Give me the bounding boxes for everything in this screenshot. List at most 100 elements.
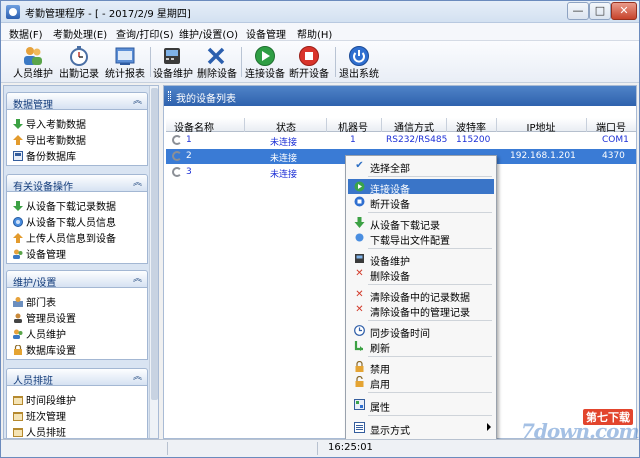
context-item-download-records[interactable]: 从设备下载记录: [348, 215, 494, 232]
close-button[interactable]: ✕: [611, 2, 637, 20]
sidebar-item-device-management[interactable]: 设备管理: [13, 246, 66, 261]
column-header-ip-address[interactable]: IP地址: [496, 119, 586, 134]
menu-bar: 数据(F) 考勤处理(E) 查询/打印(S) 维护/设置(O) 设备管理 帮助(…: [1, 23, 639, 41]
toolbar-label: 退出系统: [339, 69, 379, 80]
sidebar-item-staff-maintenance[interactable]: 人员维护: [13, 326, 66, 341]
sidebar-scrollbar[interactable]: [149, 86, 158, 438]
minimize-button[interactable]: —: [567, 2, 589, 20]
context-item-clear-admin-records[interactable]: ✕ 清除设备中的管理记录: [348, 302, 494, 319]
column-header-baud-rate[interactable]: 波特率: [447, 119, 495, 134]
context-item-connect-device[interactable]: 连接设备: [348, 179, 494, 196]
cell-machine-no: 1: [350, 135, 356, 145]
menu-device-management[interactable]: 设备管理: [246, 26, 286, 41]
sidebar-item-backup-database[interactable]: 备份数据库: [13, 148, 76, 163]
menu-separator: [368, 284, 492, 285]
stop-red-icon: [299, 46, 319, 66]
globe-blue-icon: [13, 217, 23, 227]
context-item-sync-device-time[interactable]: 同步设备时间: [348, 323, 494, 340]
context-item-clear-record-data[interactable]: ✕ 清除设备中的记录数据: [348, 287, 494, 304]
calendar-icon: [13, 396, 23, 405]
maximize-button[interactable]: □: [589, 2, 611, 20]
menu-separator: [368, 392, 492, 393]
column-divider[interactable]: [326, 118, 327, 132]
toolbar-separator: [335, 47, 336, 77]
context-item-refresh[interactable]: 刷新: [348, 338, 494, 355]
collapse-chevron-icon[interactable]: ︽: [132, 274, 143, 285]
sidebar-item-shift-management[interactable]: 班次管理: [13, 408, 66, 423]
arrow-up-orange-icon: [13, 135, 23, 145]
context-item-select-all[interactable]: ✔ 选择全部: [348, 158, 494, 175]
sidebar-item-download-records[interactable]: 从设备下载记录数据: [13, 198, 116, 213]
sidebar-scroll-thumb[interactable]: [151, 88, 158, 400]
people-icon: [24, 47, 42, 65]
menu-separator: [368, 320, 492, 321]
menu-data[interactable]: 数据(F): [9, 26, 43, 41]
column-header-status[interactable]: 状态: [256, 119, 316, 134]
sidebar-item-upload-staff-info[interactable]: 上传人员信息到设备: [13, 230, 116, 245]
unlock-icon: [354, 375, 365, 387]
sidebar-item-department-table[interactable]: 部门表: [13, 294, 56, 309]
context-item-disable[interactable]: 禁用: [348, 359, 494, 376]
menu-query-print[interactable]: 查询/打印(S): [116, 26, 174, 41]
context-item-device-maintenance[interactable]: 设备维护: [348, 251, 494, 268]
toolbar-staff-maintenance-button[interactable]: 人员维护: [11, 43, 55, 81]
context-item-properties[interactable]: 属性: [348, 397, 494, 414]
collapse-chevron-icon[interactable]: ︽: [132, 96, 143, 107]
sidebar-group-header-device-operations[interactable]: 有关设备操作 ︽: [6, 174, 148, 193]
context-item-display-mode[interactable]: 显示方式: [348, 420, 494, 437]
device-refresh-icon: [172, 167, 182, 177]
sidebar-group-header-maintenance-settings[interactable]: 维护/设置 ︽: [6, 270, 148, 289]
collapse-chevron-icon[interactable]: ︽: [132, 372, 143, 383]
cell-device-name: 2: [186, 151, 192, 161]
sidebar-group-header-data-management[interactable]: 数据管理 ︽: [6, 92, 148, 111]
sidebar-item-download-staff-info[interactable]: 从设备下载人员信息: [13, 214, 116, 229]
status-pane: [167, 442, 317, 455]
column-divider[interactable]: [244, 118, 245, 132]
sidebar-group-header-shift-scheduling[interactable]: 人员排班 ︽: [6, 368, 148, 387]
toolbar-attendance-records-button[interactable]: 出勤记录: [57, 43, 101, 81]
toolbar-connect-device-button[interactable]: 连接设备: [245, 43, 285, 81]
menu-separator: [368, 248, 492, 249]
watermark-text: 7down.com: [521, 419, 640, 443]
sidebar-item-export-attendance[interactable]: 导出考勤数据: [13, 132, 86, 147]
menu-separator: [368, 356, 492, 357]
column-header-port[interactable]: 端口号: [586, 119, 636, 134]
sidebar-item-time-slot-maintenance[interactable]: 时间段维护: [13, 392, 76, 407]
context-item-delete-device[interactable]: ✕ 删除设备: [348, 266, 494, 283]
device-refresh-icon: [172, 151, 182, 161]
toolbar-disconnect-device-button[interactable]: 断开设备: [289, 43, 329, 81]
delete-x-icon: ✕: [355, 289, 364, 300]
column-header-comm-mode[interactable]: 通信方式: [382, 119, 446, 134]
refresh-icon: [354, 340, 365, 351]
sidebar-item-admin-settings[interactable]: 管理员设置: [13, 310, 76, 325]
toolbar-statistics-report-button[interactable]: 统计报表: [103, 43, 147, 81]
context-item-disconnect-device[interactable]: 断开设备: [348, 194, 494, 211]
power-icon: [349, 46, 369, 66]
collapse-chevron-icon[interactable]: ︽: [132, 178, 143, 189]
sidebar-group-body: 部门表 管理员设置 人员维护 数据库设置: [6, 288, 148, 360]
toolbar-delete-device-button[interactable]: 删除设备: [197, 43, 237, 81]
cell-comm-mode: RS232/RS485: [386, 135, 448, 145]
table-row[interactable]: 1 未连接 1 RS232/RS485 115200 COM1: [166, 133, 636, 148]
context-item-enable[interactable]: 启用: [348, 374, 494, 391]
properties-icon: [354, 399, 365, 410]
menu-maintenance-settings[interactable]: 维护/设置(O): [179, 26, 238, 41]
sidebar-item-database-settings[interactable]: 数据库设置: [13, 342, 76, 357]
clock-icon: [354, 325, 365, 336]
cell-port: COM1: [602, 135, 629, 145]
column-header-device-name[interactable]: 设备名称: [166, 119, 222, 134]
toolbar-separator: [241, 47, 242, 77]
sidebar-group-title: 有关设备操作: [13, 182, 73, 193]
context-item-download-export-config[interactable]: 下载导出文件配置: [348, 230, 494, 247]
menu-attendance-processing[interactable]: 考勤处理(E): [53, 26, 107, 41]
toolbar-device-maintenance-button[interactable]: 设备维护: [153, 43, 193, 81]
table-header: 设备名称 状态 机器号 通信方式 波特率 IP地址 端口号: [166, 118, 636, 134]
submenu-arrow-icon: [487, 423, 491, 431]
column-header-machine-no[interactable]: 机器号: [328, 119, 378, 134]
toolbar-exit-system-button[interactable]: 退出系统: [339, 43, 379, 81]
watermark-logo: 第七下载 7down.com: [521, 409, 640, 443]
cell-status: 未连接: [270, 170, 298, 180]
sidebar-item-import-attendance[interactable]: 导入考勤数据: [13, 116, 86, 131]
menu-help[interactable]: 帮助(H): [297, 26, 332, 41]
sidebar-item-staff-scheduling[interactable]: 人员排班: [13, 424, 66, 438]
